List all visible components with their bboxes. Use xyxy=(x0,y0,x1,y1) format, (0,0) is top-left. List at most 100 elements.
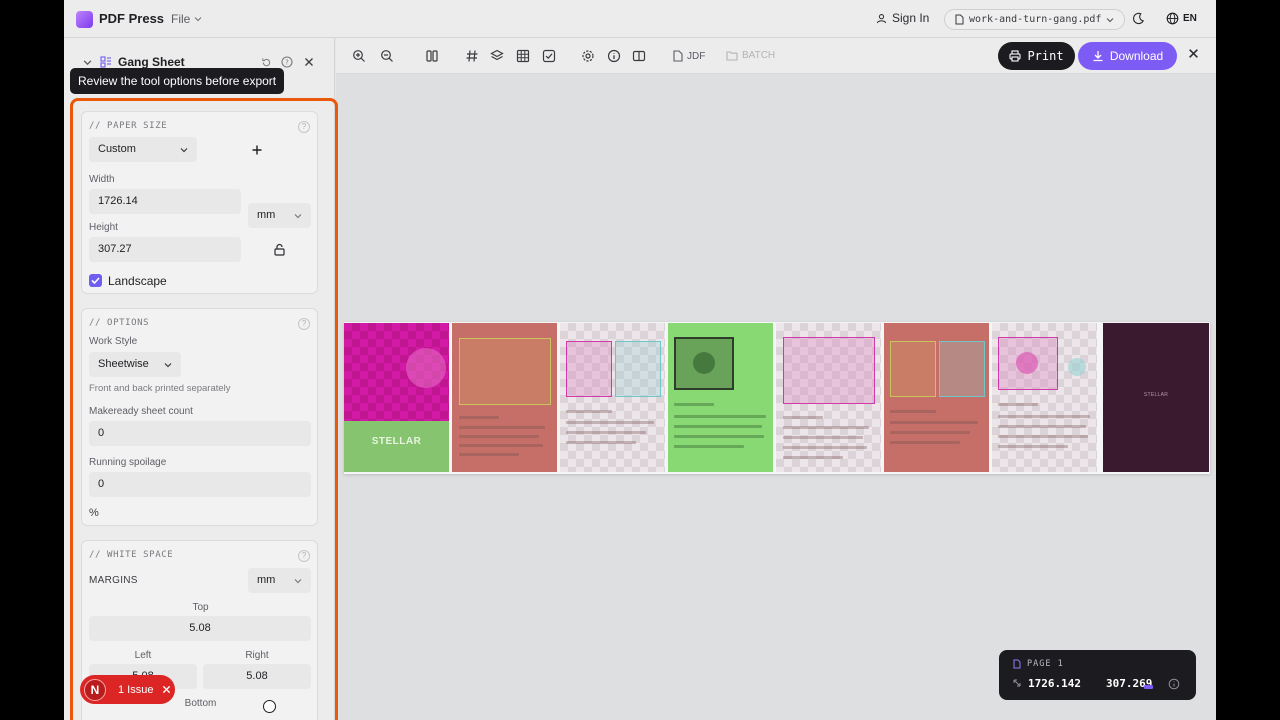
width-input[interactable]: 1726.14 xyxy=(89,189,241,214)
margin-left-label: Left xyxy=(134,650,152,661)
text-line xyxy=(890,441,960,444)
options-card: // OPTIONS ? Work Style Sheetwise Front … xyxy=(81,308,318,526)
margin-top-input[interactable]: 5.08 xyxy=(89,616,311,641)
text-line xyxy=(459,416,499,419)
hash-icon[interactable] xyxy=(465,49,479,63)
zoom-in-icon[interactable] xyxy=(352,49,366,63)
app-brand: PDF Press xyxy=(99,11,165,26)
unit-select[interactable]: mm xyxy=(248,203,311,228)
page-thumbnail-6[interactable] xyxy=(884,323,989,472)
page-thumbnail-8[interactable]: STELLAR xyxy=(1103,323,1209,472)
app-window: PDF Press File Sign In work-and-turn-gan… xyxy=(64,0,1216,720)
work-style-select[interactable]: Sheetwise xyxy=(89,352,181,377)
settings-icon[interactable] xyxy=(581,49,595,63)
page-thumbnail-7[interactable] xyxy=(992,323,1097,472)
user-icon xyxy=(876,13,887,23)
close-icon[interactable] xyxy=(1188,48,1199,59)
grid-icon[interactable] xyxy=(516,49,530,63)
spoilage-label: Running spoilage xyxy=(89,457,167,468)
lock-icon[interactable] xyxy=(274,243,285,256)
reset-icon[interactable] xyxy=(261,57,272,68)
paper-preset-select[interactable]: Custom xyxy=(89,137,197,162)
top-bar: PDF Press File Sign In work-and-turn-gan… xyxy=(64,0,1216,38)
landscape-checkbox[interactable] xyxy=(89,274,102,287)
add-icon[interactable] xyxy=(252,145,262,155)
panel-circle xyxy=(406,348,446,388)
page-info-panel: PAGE 1 1726.142 307.269 xyxy=(999,650,1196,700)
panel-circle xyxy=(1016,352,1038,374)
zoom-out-icon[interactable] xyxy=(380,49,394,63)
columns-icon[interactable] xyxy=(425,49,439,63)
language-selector[interactable]: EN xyxy=(1166,12,1197,25)
height-input[interactable]: 307.27 xyxy=(89,237,241,262)
panel-circle xyxy=(1068,358,1086,376)
help-icon[interactable]: ? xyxy=(281,56,293,68)
work-style-note: Front and back printed separately xyxy=(89,383,231,394)
checkbox-icon[interactable] xyxy=(542,49,556,63)
panel-frame xyxy=(459,338,551,405)
preview-canvas[interactable]: STELLAR STELLAR xyxy=(336,74,1216,720)
jdf-label: JDF xyxy=(687,50,706,62)
collapse-chevron-icon[interactable] xyxy=(83,58,92,67)
gang-sheet-preview: STELLAR STELLAR xyxy=(344,322,1210,474)
tool-sidebar: Gang Sheet ? Review the tool options bef… xyxy=(64,38,338,720)
layers-icon[interactable] xyxy=(490,49,504,63)
text-line xyxy=(783,416,823,419)
work-style-label: Work Style xyxy=(89,336,138,347)
close-icon[interactable] xyxy=(162,685,171,694)
text-line xyxy=(566,410,612,413)
issues-button[interactable]: N 1 Issue xyxy=(80,675,175,704)
margin-unit-value: mm xyxy=(257,574,276,586)
spoilage-input[interactable]: 0 xyxy=(89,472,311,497)
close-icon[interactable] xyxy=(304,57,314,67)
page-width: 1726.142 xyxy=(1028,677,1081,690)
text-line xyxy=(674,425,762,428)
width-label: Width xyxy=(89,174,115,185)
file-selector[interactable]: work-and-turn-gang.pdf xyxy=(944,9,1126,30)
text-line xyxy=(566,431,646,434)
text-line xyxy=(459,453,519,456)
help-icon[interactable]: ? xyxy=(298,318,310,330)
download-button[interactable]: Download xyxy=(1078,42,1177,70)
page-thumbnail-5[interactable] xyxy=(776,323,881,472)
svg-text:?: ? xyxy=(285,59,289,67)
sign-in-button[interactable]: Sign In xyxy=(876,11,929,25)
text-line xyxy=(674,403,714,406)
resize-icon xyxy=(1013,679,1021,687)
text-line xyxy=(998,435,1088,438)
card-heading: // WHITE SPACE xyxy=(89,550,174,560)
language-label: EN xyxy=(1183,13,1197,24)
text-line xyxy=(890,431,970,434)
file-menu[interactable]: File xyxy=(171,12,202,26)
text-line xyxy=(783,426,869,429)
jdf-button[interactable]: JDF xyxy=(673,50,705,62)
panel-frame xyxy=(783,337,875,404)
text-line xyxy=(998,445,1068,448)
text-line xyxy=(783,436,863,439)
margin-right-input[interactable]: 5.08 xyxy=(203,664,311,689)
panel-frame xyxy=(615,341,661,397)
page-thumbnail-2[interactable] xyxy=(452,323,557,472)
page-thumbnail-3[interactable] xyxy=(560,323,665,472)
print-button[interactable]: Print xyxy=(998,42,1075,70)
makeready-input[interactable]: 0 xyxy=(89,421,311,446)
help-icon[interactable]: ? xyxy=(298,121,310,133)
page-thumbnail-4[interactable] xyxy=(668,323,773,472)
page-thumbnail-1[interactable]: STELLAR xyxy=(344,323,449,472)
compare-icon[interactable] xyxy=(632,49,646,63)
batch-icon xyxy=(726,51,738,61)
text-line xyxy=(998,425,1086,428)
info-icon[interactable] xyxy=(607,49,621,63)
cursor-indicator xyxy=(263,700,276,713)
height-label: Height xyxy=(89,222,118,233)
help-icon[interactable]: ? xyxy=(298,550,310,562)
theme-toggle-icon[interactable] xyxy=(1132,12,1145,30)
info-icon[interactable] xyxy=(1168,678,1180,690)
batch-button[interactable]: BATCH xyxy=(726,50,775,61)
landscape-label: Landscape xyxy=(108,274,167,288)
card-heading: // PAPER SIZE xyxy=(89,121,168,131)
margin-unit-select[interactable]: mm xyxy=(248,568,311,593)
spoilage-unit: % xyxy=(89,507,99,519)
unit-value: mm xyxy=(257,209,276,221)
text-line xyxy=(459,444,543,447)
